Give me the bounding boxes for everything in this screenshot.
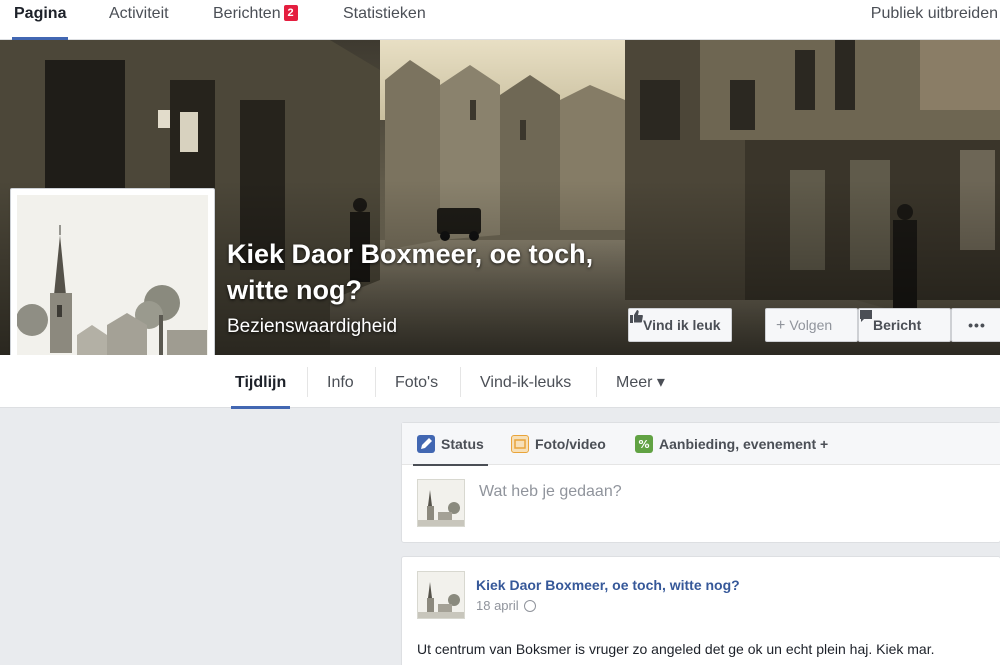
post-author-link[interactable]: Kiek Daor Boxmeer, oe toch, witte nog? bbox=[476, 577, 740, 593]
composer-tab-label: Aanbieding, evenement + bbox=[659, 436, 829, 452]
topnav-tab-label: Activiteit bbox=[109, 5, 169, 22]
tab-label: Vind-ik-leuks bbox=[480, 374, 572, 391]
follow-button-label: Volgen bbox=[789, 317, 833, 333]
plus-icon: + bbox=[776, 317, 786, 334]
globe-icon bbox=[523, 600, 536, 612]
tab-separator bbox=[460, 367, 461, 397]
topnav-tab-statistieken[interactable]: Statistieken bbox=[341, 0, 428, 40]
tab-separator bbox=[596, 367, 597, 397]
composer-tab-photo-video[interactable]: Foto/video bbox=[511, 423, 606, 465]
more-dots-icon: ••• bbox=[968, 317, 986, 333]
composer-tabs: Status Foto/video % Aanbieding, evenemen… bbox=[402, 423, 1000, 466]
tab-label: Info bbox=[327, 374, 354, 391]
offer-tag-icon: % bbox=[635, 435, 653, 453]
post-text: Ut centrum van Boksmer is vruger zo ange… bbox=[417, 641, 935, 657]
unread-messages-badge: 2 bbox=[283, 5, 298, 21]
tab-label: Meer ▾ bbox=[616, 374, 665, 391]
tab-label: Foto's bbox=[395, 374, 439, 391]
post-date: 18 april bbox=[476, 598, 519, 613]
like-page-button[interactable]: Vind ik leuk bbox=[628, 308, 732, 342]
composer-tab-label: Foto/video bbox=[535, 436, 606, 452]
message-button[interactable]: Bericht bbox=[858, 308, 951, 342]
topnav-tab-label: Berichten bbox=[213, 5, 281, 22]
tab-info[interactable]: Info bbox=[323, 355, 358, 408]
tab-separator bbox=[307, 367, 308, 397]
composer-tab-label: Status bbox=[441, 436, 484, 452]
topnav-tab-label: Pagina bbox=[14, 5, 67, 22]
publish-expand-link[interactable]: Publiek uitbreiden bbox=[871, 0, 998, 28]
timeline-post: Kiek Daor Boxmeer, oe toch, witte nog? 1… bbox=[401, 556, 1000, 665]
tab-meer-dropdown[interactable]: Meer ▾ bbox=[612, 355, 669, 408]
admin-top-nav: Pagina Activiteit Berichten 2 Statistieke… bbox=[0, 0, 1000, 40]
page-tab-bar: Tijdlijn Info Foto's Vind-ik-leuks Meer … bbox=[0, 355, 1000, 409]
page-category[interactable]: Bezienswaardigheid bbox=[227, 316, 397, 338]
photo-icon bbox=[511, 435, 529, 453]
composer-avatar bbox=[417, 479, 465, 527]
message-button-label: Bericht bbox=[873, 317, 922, 333]
tab-separator bbox=[375, 367, 376, 397]
topnav-tab-berichten[interactable]: Berichten 2 bbox=[211, 0, 300, 40]
topnav-tab-label: Statistieken bbox=[343, 5, 426, 22]
tab-fotos[interactable]: Foto's bbox=[391, 355, 442, 408]
post-timestamp[interactable]: 18 april bbox=[476, 598, 536, 613]
page-title: Kiek Daor Boxmeer, oe toch, witte nog? bbox=[227, 239, 594, 305]
topnav-tab-pagina[interactable]: Pagina bbox=[12, 0, 69, 40]
tab-label: Tijdlijn bbox=[235, 374, 287, 391]
follow-button[interactable]: + Volgen bbox=[765, 308, 858, 342]
composer-tab-status[interactable]: Status bbox=[413, 423, 488, 466]
status-input[interactable]: Wat heb je gedaan? bbox=[479, 483, 622, 501]
svg-text:%: % bbox=[638, 438, 649, 451]
topnav-tab-activiteit[interactable]: Activiteit bbox=[107, 0, 171, 40]
post-author-avatar[interactable] bbox=[417, 571, 465, 619]
tab-vind-ik-leuks[interactable]: Vind-ik-leuks bbox=[476, 355, 575, 408]
post-composer: Status Foto/video % Aanbieding, evenemen… bbox=[401, 422, 1000, 543]
tab-tijdlijn[interactable]: Tijdlijn bbox=[231, 355, 291, 409]
composer-tab-offer-event[interactable]: % Aanbieding, evenement + bbox=[635, 423, 828, 465]
more-options-button[interactable]: ••• bbox=[951, 308, 1000, 342]
like-button-label: Vind ik leuk bbox=[643, 317, 721, 333]
pencil-icon bbox=[417, 435, 435, 453]
